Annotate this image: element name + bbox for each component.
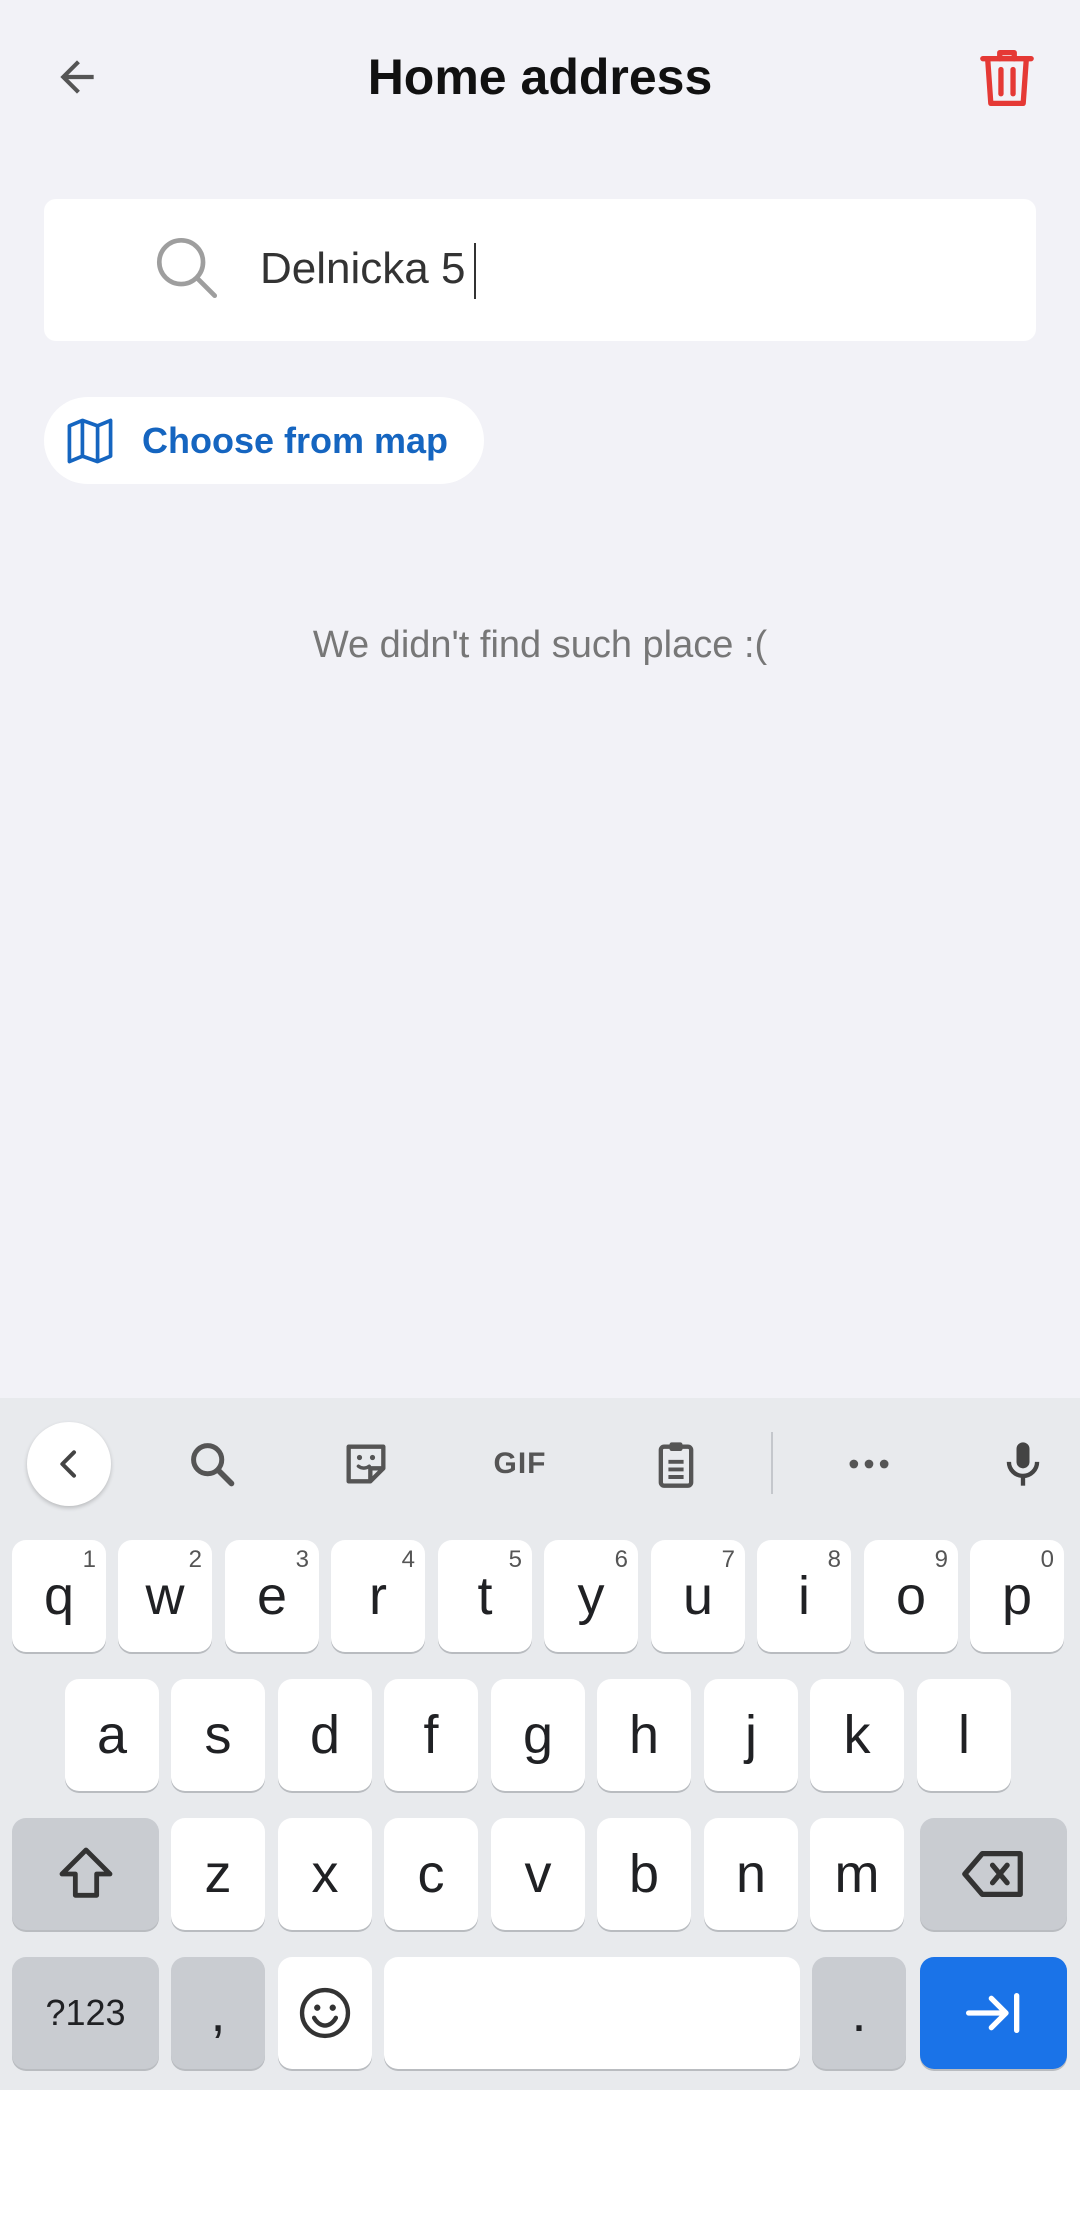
map-icon [67, 418, 113, 463]
chevron-left-icon [60, 1450, 76, 1478]
key-c[interactable]: c [384, 1818, 478, 1930]
key-v[interactable]: v [491, 1818, 585, 1930]
toolbar-divider [771, 1432, 773, 1494]
key-t[interactable]: t5 [438, 1540, 532, 1652]
text-caret [474, 243, 476, 299]
keyboard-toolbar: GIF [0, 1398, 1080, 1528]
key-p[interactable]: p0 [970, 1540, 1064, 1652]
search-input[interactable] [260, 229, 1000, 309]
key-n[interactable]: n [704, 1818, 798, 1930]
page-title: Home address [367, 49, 713, 105]
key-k[interactable]: k [810, 1679, 904, 1791]
key-e[interactable]: e3 [225, 1540, 319, 1652]
clipboard-icon [658, 1442, 694, 1488]
voice-input-button[interactable] [981, 1422, 1065, 1506]
key-a[interactable]: a [65, 1679, 159, 1791]
gif-button[interactable]: GIF [478, 1422, 562, 1506]
address-search-field[interactable] [44, 199, 1036, 341]
key-z[interactable]: z [171, 1818, 265, 1930]
key-g[interactable]: g [491, 1679, 585, 1791]
key-h[interactable]: h [597, 1679, 691, 1791]
key-o[interactable]: o9 [864, 1540, 958, 1652]
choose-from-map-label: Choose from map [142, 419, 449, 461]
key-u[interactable]: u7 [651, 1540, 745, 1652]
shift-arrow-icon [59, 1847, 112, 1898]
keyboard-search-button[interactable] [170, 1422, 254, 1506]
no-results-message: We didn't find such place :( [312, 624, 768, 666]
key-i[interactable]: i8 [757, 1540, 851, 1652]
search-icon [156, 237, 218, 299]
tab-arrow-icon [965, 1993, 1019, 2033]
key-q[interactable]: q1 [12, 1540, 106, 1652]
more-options-button[interactable] [827, 1422, 911, 1506]
keyboard-collapse-button[interactable] [27, 1422, 111, 1506]
system-navigation-area [0, 2090, 1080, 2220]
symbols-key[interactable]: ?123 [12, 1957, 159, 2069]
key-d[interactable]: d [278, 1679, 372, 1791]
emoji-key[interactable] [278, 1957, 372, 2069]
backspace-icon [961, 1850, 1023, 1898]
trash-icon [980, 49, 1034, 107]
key-s[interactable]: s [171, 1679, 265, 1791]
key-f[interactable]: f [384, 1679, 478, 1791]
period-key[interactable]: . [812, 1957, 906, 2069]
sticker-button[interactable] [324, 1422, 408, 1506]
comma-key[interactable]: , [171, 1957, 265, 2069]
delete-button[interactable] [972, 40, 1042, 116]
gif-label: GIF [493, 1447, 547, 1480]
key-x[interactable]: x [278, 1818, 372, 1930]
choose-from-map-button[interactable]: Choose from map [44, 397, 485, 484]
key-b[interactable]: b [597, 1818, 691, 1930]
backspace-key[interactable] [920, 1818, 1067, 1930]
key-r[interactable]: r4 [331, 1540, 425, 1652]
key-m[interactable]: m [810, 1818, 904, 1930]
more-horizontal-icon [849, 1459, 889, 1469]
space-key[interactable] [384, 1957, 800, 2069]
clipboard-button[interactable] [634, 1422, 718, 1506]
key-y[interactable]: y6 [544, 1540, 638, 1652]
on-screen-keyboard: GIF q1 w2 e3 r4 t5 y 6 u 7 i 8 o 9 p 0 a… [0, 1398, 1080, 2090]
key-l[interactable]: l [917, 1679, 1011, 1791]
key-w[interactable]: w2 [118, 1540, 212, 1652]
top-bar: Home address [0, 0, 1080, 160]
shift-key[interactable] [12, 1818, 159, 1930]
search-icon [191, 1443, 235, 1487]
microphone-icon [1006, 1442, 1040, 1486]
next-key[interactable] [920, 1957, 1067, 2069]
sticker-icon [346, 1444, 386, 1484]
emoji-icon [299, 1987, 351, 2039]
key-j[interactable]: j [704, 1679, 798, 1791]
